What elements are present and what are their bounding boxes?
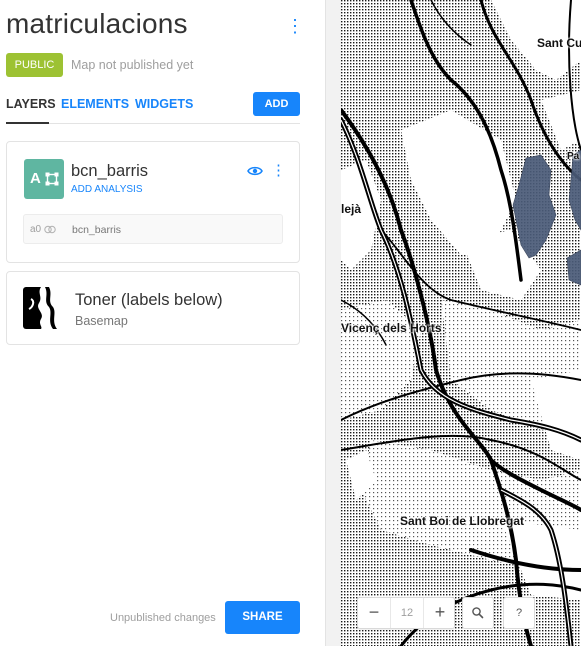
zoom-control: − 12 + xyxy=(357,597,455,629)
basemap-type: Basemap xyxy=(75,314,128,328)
map-label-sant-boi: Sant Boi de Llobregat xyxy=(400,514,525,528)
more-vertical-icon[interactable]: ⋮ xyxy=(286,16,304,36)
basemap-name[interactable]: Toner (labels below) xyxy=(75,291,223,310)
tab-elements[interactable]: ELEMENTS xyxy=(61,97,129,111)
layer-letter: A xyxy=(30,170,41,187)
search-icon xyxy=(472,607,484,619)
analysis-source-name: bcn_barris xyxy=(72,224,122,236)
basemap-thumbnail xyxy=(23,287,65,329)
eye-icon[interactable] xyxy=(247,164,263,178)
tab-widgets[interactable]: WIDGETS xyxy=(135,97,193,111)
add-layer-button[interactable]: ADD xyxy=(253,92,300,116)
builder-app: matriculacions ⋮ PUBLIC Map not publishe… xyxy=(0,0,581,646)
layer-card[interactable]: A bcn_barris ADD ANALYSIS ⋮ a0 bcn_barri… xyxy=(6,141,300,263)
basemap-card[interactable]: Toner (labels below) Basemap xyxy=(6,271,300,345)
privacy-badge[interactable]: PUBLIC xyxy=(6,53,63,77)
publish-status: Map not published yet xyxy=(71,58,194,72)
panel-tabs: LAYERS ELEMENTS WIDGETS ADD xyxy=(6,92,300,124)
map-label-pa: Pa xyxy=(567,151,580,162)
unpublished-changes-text: Unpublished changes xyxy=(110,612,216,624)
add-analysis-link[interactable]: ADD ANALYSIS xyxy=(71,184,143,195)
layer-thumbnail: A xyxy=(24,159,64,199)
layer-name[interactable]: bcn_barris xyxy=(71,162,148,181)
editor-panel: matriculacions ⋮ PUBLIC Map not publishe… xyxy=(0,0,325,646)
tab-layers[interactable]: LAYERS xyxy=(6,97,56,111)
active-tab-indicator xyxy=(6,122,49,124)
zoom-level: 12 xyxy=(390,598,424,628)
polygon-node-icon xyxy=(45,172,59,186)
analysis-id: a0 xyxy=(30,224,42,235)
map-label-sant-cugat: Sant Cu xyxy=(537,36,581,50)
share-button[interactable]: SHARE xyxy=(225,601,300,634)
help-button[interactable]: ? xyxy=(503,597,535,629)
zoom-out-button[interactable]: − xyxy=(358,598,390,628)
map-search-button[interactable] xyxy=(462,597,494,629)
map-label-sant-vicenc: Vicenç dels Horts xyxy=(341,321,442,335)
layer-more-vertical-icon[interactable]: ⋮ xyxy=(271,162,286,180)
panel-divider[interactable] xyxy=(325,0,341,646)
zoom-in-button[interactable]: + xyxy=(424,598,456,628)
map-canvas[interactable]: Sant Cu lejà Vicenç dels Horts Sant Boi … xyxy=(341,0,581,646)
link-icon xyxy=(44,225,56,234)
map-title[interactable]: matriculacions xyxy=(6,8,188,40)
map-label-molins: lejà xyxy=(341,202,362,216)
analysis-source-row[interactable]: a0 bcn_barris xyxy=(23,214,283,244)
